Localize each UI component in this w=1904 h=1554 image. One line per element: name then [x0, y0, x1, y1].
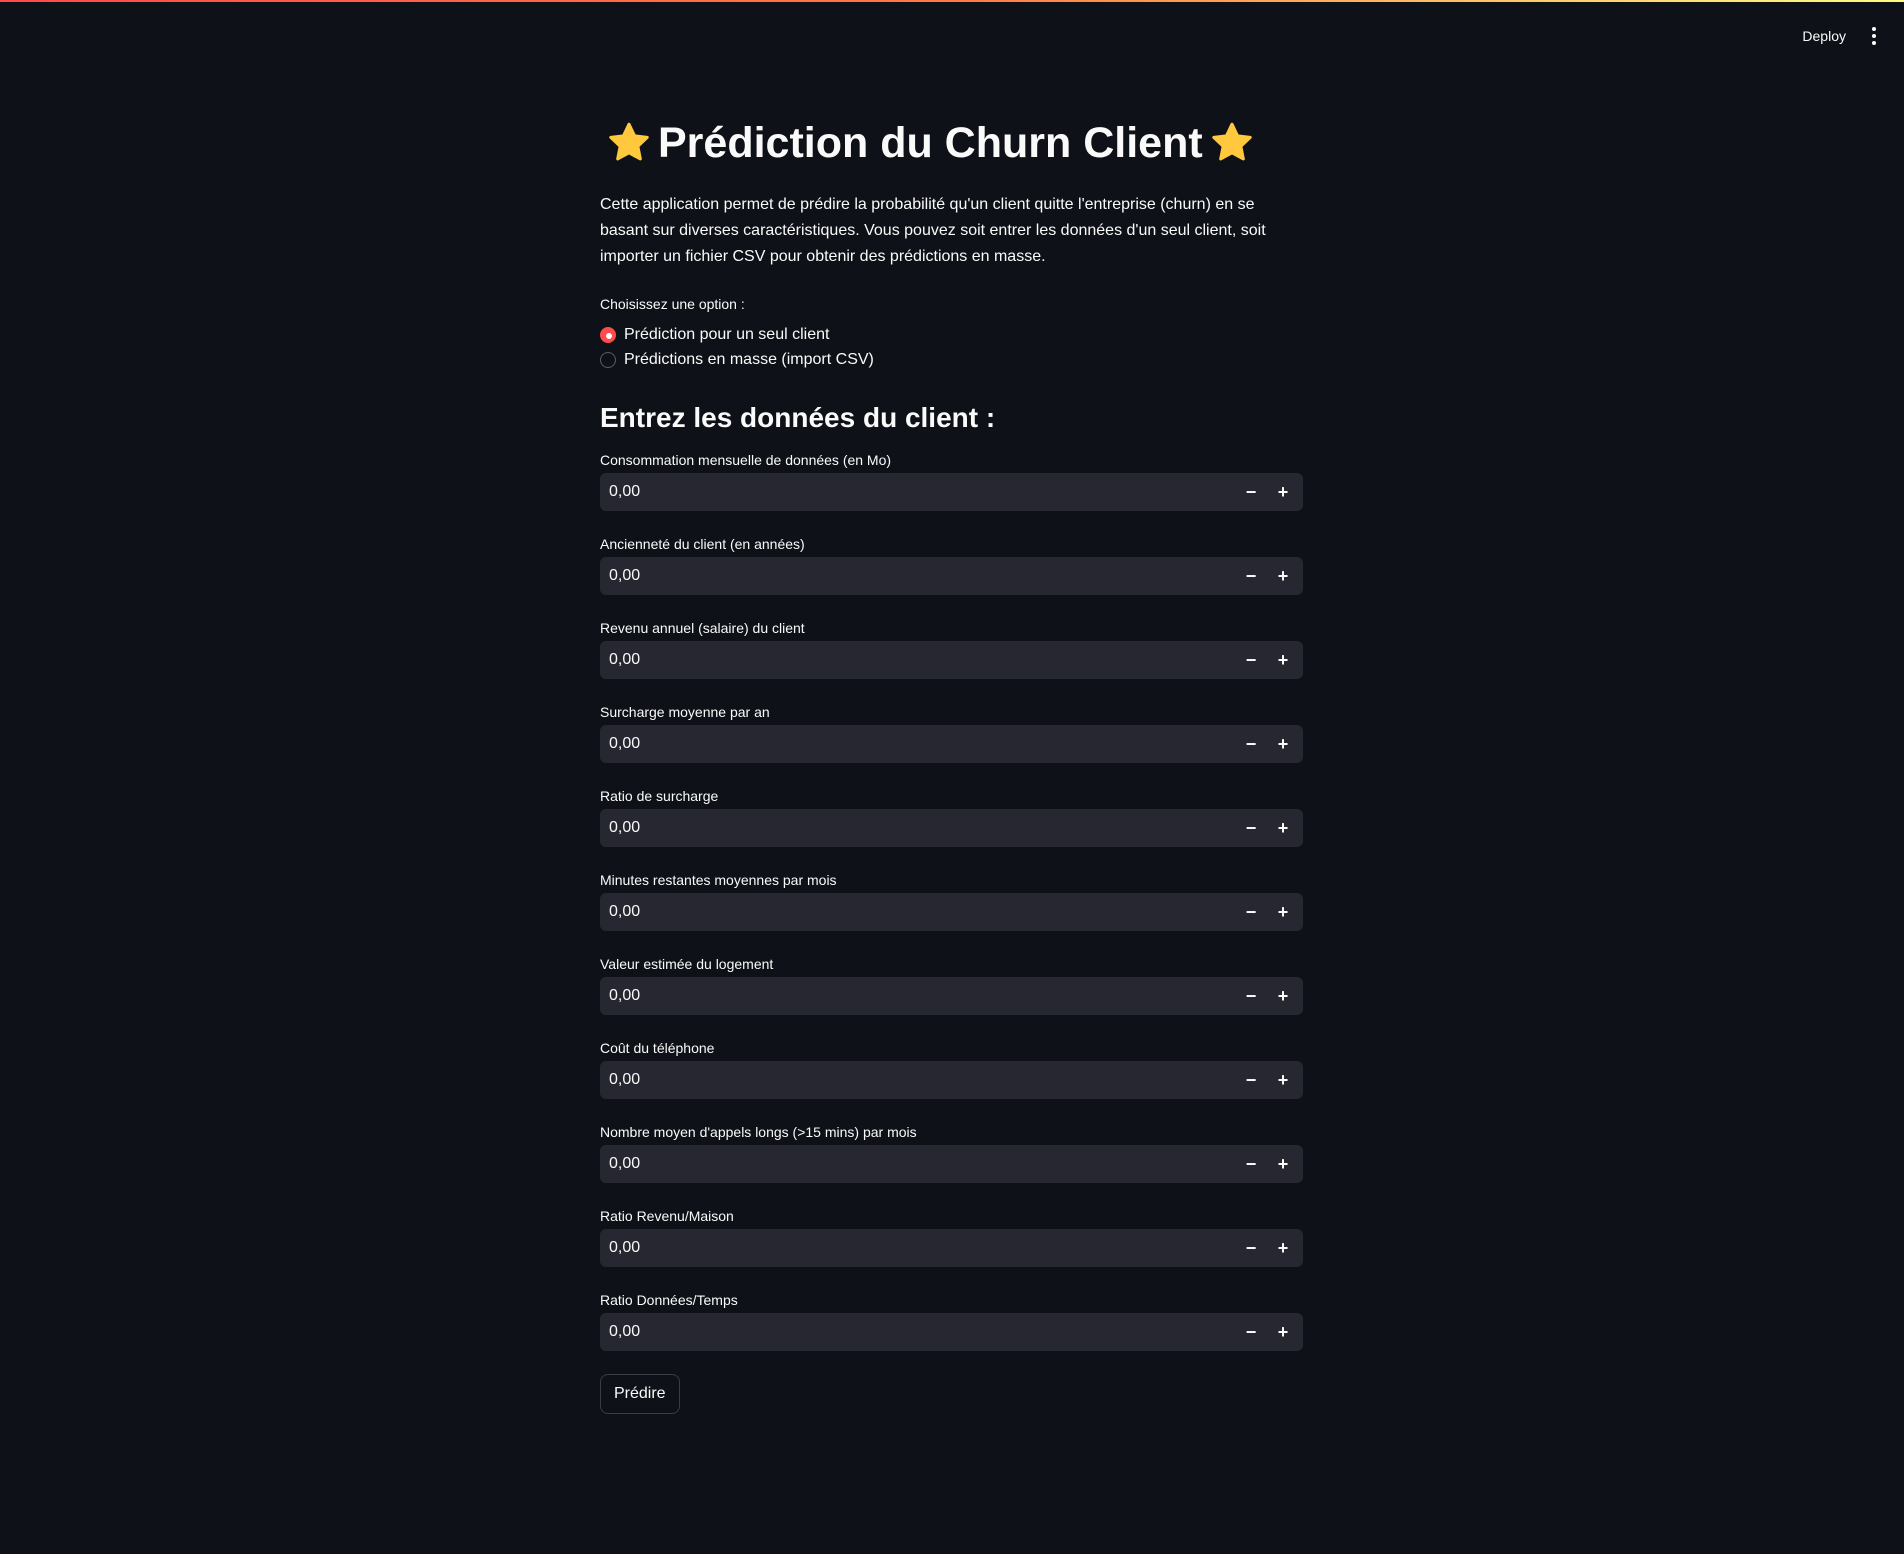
- decrement-button[interactable]: −: [1235, 1061, 1267, 1099]
- field-label: Consommation mensuelle de données (en Mo…: [600, 452, 892, 468]
- deploy-button[interactable]: Deploy: [1802, 28, 1846, 44]
- field-overage-ratio: Ratio de surcharge − +: [600, 784, 1304, 868]
- increment-button[interactable]: +: [1267, 725, 1299, 763]
- predict-button[interactable]: Prédire: [600, 1374, 680, 1414]
- number-input: − +: [600, 725, 1303, 763]
- number-input-value[interactable]: [600, 1229, 1235, 1267]
- field-data-time-ratio: Ratio Données/Temps − +: [600, 1288, 1304, 1372]
- increment-button[interactable]: +: [1267, 893, 1299, 931]
- star-icon: [606, 120, 652, 166]
- page-title: Prédiction du Churn Client: [606, 112, 1304, 174]
- intro-text: Cette application permet de prédire la p…: [600, 196, 1266, 265]
- field-house-value: Valeur estimée du logement − +: [600, 952, 1304, 1036]
- decrement-button[interactable]: −: [1235, 557, 1267, 595]
- field-income-house-ratio: Ratio Revenu/Maison − +: [600, 1204, 1304, 1288]
- star-icon: [1209, 120, 1255, 166]
- field-tenure: Ancienneté du client (en années) − +: [600, 532, 1304, 616]
- increment-button[interactable]: +: [1267, 977, 1299, 1015]
- field-handset-price: Coût du téléphone − +: [600, 1036, 1304, 1120]
- radio-single-client[interactable]: Prédiction pour un seul client: [600, 322, 1304, 347]
- decrement-button[interactable]: −: [1235, 641, 1267, 679]
- main-content: Prédiction du Churn Client Cette applica…: [600, 112, 1304, 1414]
- increment-button[interactable]: +: [1267, 1229, 1299, 1267]
- decrement-button[interactable]: −: [1235, 1229, 1267, 1267]
- number-input: − +: [600, 1145, 1303, 1183]
- vertical-dots-icon[interactable]: [1868, 23, 1880, 49]
- number-input: − +: [600, 473, 1303, 511]
- number-input-value[interactable]: [600, 725, 1235, 763]
- number-input: − +: [600, 1229, 1303, 1267]
- number-input-value[interactable]: [600, 893, 1235, 931]
- increment-button[interactable]: +: [1267, 1145, 1299, 1183]
- decrement-button[interactable]: −: [1235, 725, 1267, 763]
- decrement-button[interactable]: −: [1235, 473, 1267, 511]
- field-label: Coût du téléphone: [600, 1040, 715, 1056]
- number-input-value[interactable]: [600, 809, 1235, 847]
- number-input: − +: [600, 641, 1303, 679]
- number-input-value[interactable]: [600, 1061, 1235, 1099]
- number-input: − +: [600, 1061, 1303, 1099]
- number-input-value[interactable]: [600, 1145, 1235, 1183]
- field-label: Ratio Données/Temps: [600, 1292, 738, 1308]
- increment-button[interactable]: +: [1267, 1061, 1299, 1099]
- decrement-button[interactable]: −: [1235, 977, 1267, 1015]
- field-label: Ratio de surcharge: [600, 788, 719, 804]
- radio-option-label: Prédictions en masse (import CSV): [624, 350, 874, 368]
- form-heading: Entrez les données du client :: [600, 402, 996, 433]
- field-label: Ratio Revenu/Maison: [600, 1208, 734, 1224]
- number-input-value[interactable]: [600, 557, 1235, 595]
- field-leftover-minutes: Minutes restantes moyennes par mois − +: [600, 868, 1304, 952]
- increment-button[interactable]: +: [1267, 641, 1299, 679]
- number-input: − +: [600, 1313, 1303, 1351]
- form-fields: Consommation mensuelle de données (en Mo…: [600, 448, 1304, 1372]
- app-header: Deploy: [1504, 0, 1904, 72]
- decrement-button[interactable]: −: [1235, 893, 1267, 931]
- number-input: − +: [600, 557, 1303, 595]
- field-label: Valeur estimée du logement: [600, 956, 774, 972]
- number-input-value[interactable]: [600, 977, 1235, 1015]
- radio-bulk-csv[interactable]: Prédictions en masse (import CSV): [600, 347, 1304, 372]
- field-label: Revenu annuel (salaire) du client: [600, 620, 805, 636]
- field-label: Minutes restantes moyennes par mois: [600, 872, 837, 888]
- increment-button[interactable]: +: [1267, 557, 1299, 595]
- number-input-value[interactable]: [600, 1313, 1235, 1351]
- field-monthly-data: Consommation mensuelle de données (en Mo…: [600, 448, 1304, 532]
- number-input: − +: [600, 977, 1303, 1015]
- mode-radio-group: Prédiction pour un seul client Prédictio…: [600, 322, 1304, 372]
- decrement-button[interactable]: −: [1235, 1145, 1267, 1183]
- decrement-button[interactable]: −: [1235, 1313, 1267, 1351]
- field-annual-income: Revenu annuel (salaire) du client − +: [600, 616, 1304, 700]
- number-input-value[interactable]: [600, 473, 1235, 511]
- page-title-text: Prédiction du Churn Client: [658, 119, 1203, 167]
- decrement-button[interactable]: −: [1235, 809, 1267, 847]
- radio-selected-icon: [600, 326, 616, 343]
- field-label: Ancienneté du client (en années): [600, 536, 805, 552]
- field-label: Nombre moyen d'appels longs (>15 mins) p…: [600, 1124, 917, 1140]
- field-long-calls: Nombre moyen d'appels longs (>15 mins) p…: [600, 1120, 1304, 1204]
- radio-option-label: Prédiction pour un seul client: [624, 325, 830, 343]
- number-input: − +: [600, 893, 1303, 931]
- number-input-value[interactable]: [600, 641, 1235, 679]
- field-label: Surcharge moyenne par an: [600, 704, 770, 720]
- number-input: − +: [600, 809, 1303, 847]
- increment-button[interactable]: +: [1267, 1313, 1299, 1351]
- increment-button[interactable]: +: [1267, 809, 1299, 847]
- increment-button[interactable]: +: [1267, 473, 1299, 511]
- mode-label: Choisissez une option :: [600, 296, 745, 312]
- radio-unselected-icon: [600, 351, 616, 368]
- field-overage: Surcharge moyenne par an − +: [600, 700, 1304, 784]
